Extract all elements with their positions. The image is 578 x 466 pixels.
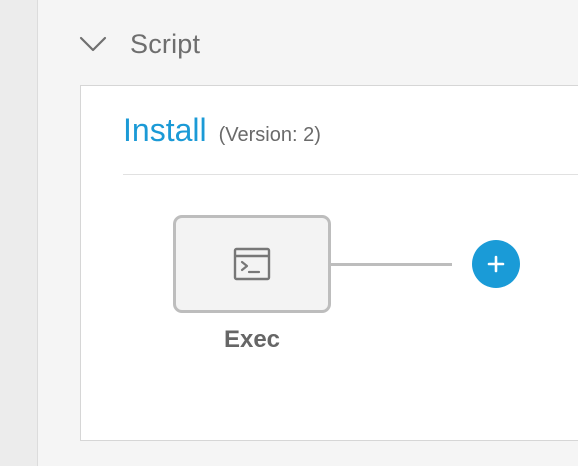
script-panel: Install (Version: 2) Exec [80,85,578,441]
install-link[interactable]: Install [123,112,207,149]
chevron-down-icon[interactable] [78,34,108,54]
terminal-icon [233,247,271,281]
exec-step-label: Exec [223,326,281,353]
page: Script Install (Version: 2) Exec [0,0,578,466]
step-connector-line [331,263,452,266]
title-divider [123,174,578,175]
left-sidebar-rail [0,0,38,466]
panel-title-row: Install (Version: 2) [123,112,321,149]
section-title: Script [130,28,201,59]
script-section-header[interactable]: Script [78,24,200,64]
add-step-button[interactable] [472,240,520,288]
plus-icon [487,255,505,273]
version-label: (Version: 2) [218,124,321,146]
exec-step-node[interactable] [173,215,331,313]
